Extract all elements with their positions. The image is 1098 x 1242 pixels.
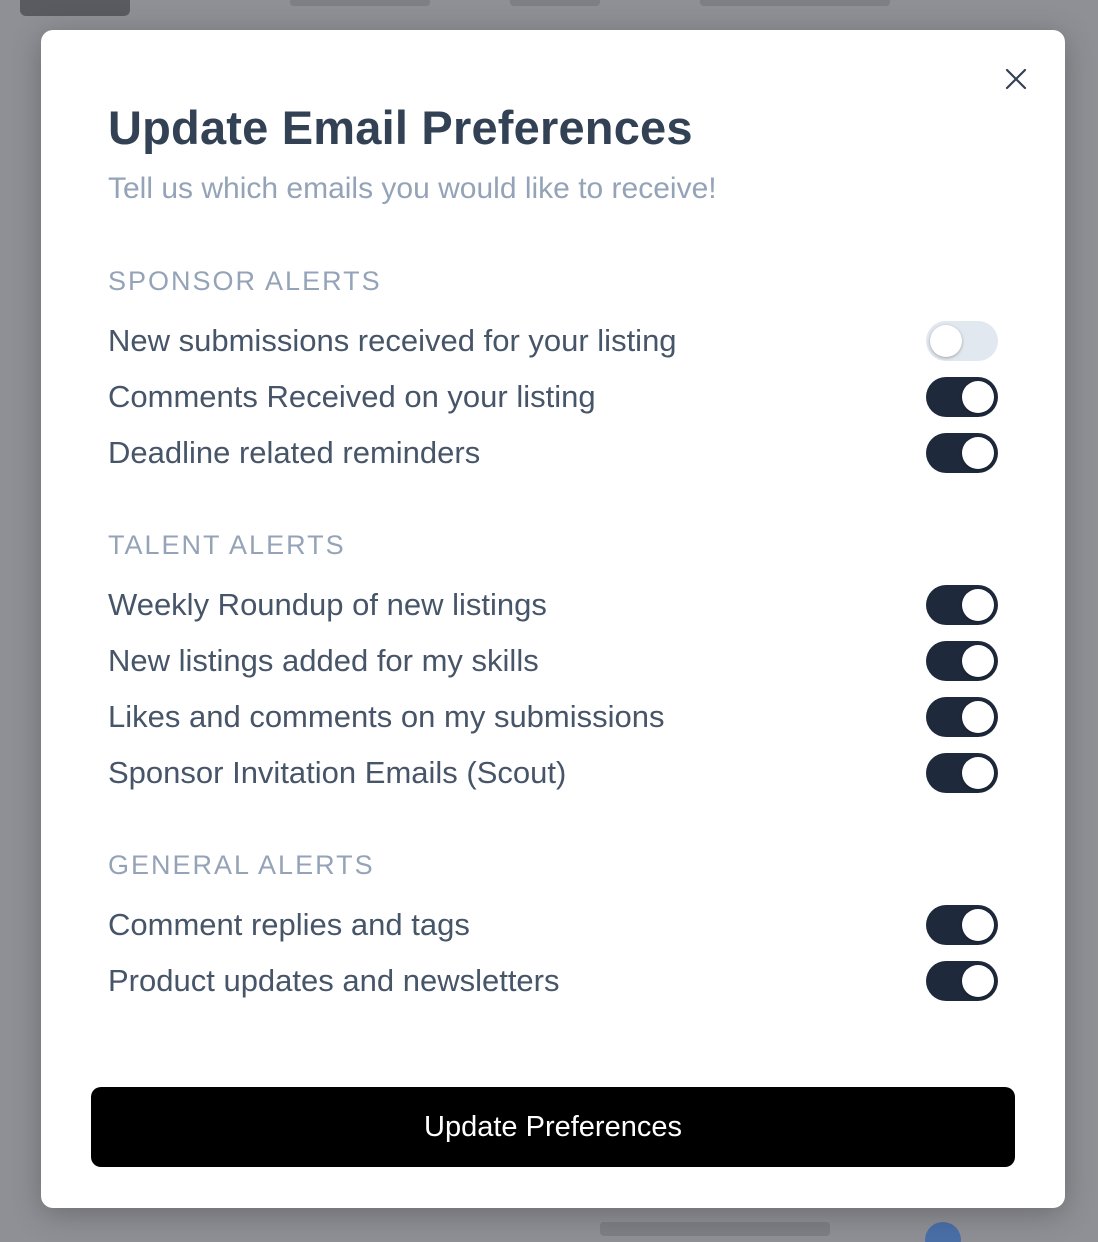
preference-row: Sponsor Invitation Emails (Scout): [108, 750, 998, 796]
toggle-knob: [962, 909, 994, 941]
preference-toggle[interactable]: [926, 641, 998, 681]
toggle-knob: [930, 325, 962, 357]
toggle-knob: [962, 381, 994, 413]
preference-row: New listings added for my skills: [108, 638, 998, 684]
preference-label: Comment replies and tags: [108, 907, 470, 942]
preference-toggle[interactable]: [926, 961, 998, 1001]
preference-label: Comments Received on your listing: [108, 379, 596, 414]
section-label-general-alerts: GENERAL ALERTS: [108, 850, 375, 880]
close-icon: [1005, 68, 1027, 90]
toggle-knob: [962, 701, 994, 733]
preference-row: New submissions received for your listin…: [108, 318, 998, 364]
preference-label: Product updates and newsletters: [108, 963, 560, 998]
background-avatar: [925, 1222, 961, 1242]
email-preferences-modal: Update Email Preferences Tell us which e…: [41, 30, 1065, 1208]
preference-label: New listings added for my skills: [108, 643, 539, 678]
close-button[interactable]: [1003, 66, 1029, 92]
preference-toggle[interactable]: [926, 433, 998, 473]
modal-title: Update Email Preferences: [108, 101, 693, 154]
section-label-sponsor-alerts: SPONSOR ALERTS: [108, 266, 382, 296]
background-nav-item: [700, 0, 890, 6]
preference-row: Comments Received on your listing: [108, 374, 998, 420]
toggle-knob: [962, 965, 994, 997]
toggle-knob: [962, 589, 994, 621]
background-nav-item: [290, 0, 430, 6]
preference-label: New submissions received for your listin…: [108, 323, 677, 358]
preference-label: Sponsor Invitation Emails (Scout): [108, 755, 567, 790]
preference-label: Deadline related reminders: [108, 435, 481, 470]
toggle-knob: [962, 645, 994, 677]
preference-toggle[interactable]: [926, 377, 998, 417]
preference-row: Likes and comments on my submissions: [108, 694, 998, 740]
section-label-talent-alerts: TALENT ALERTS: [108, 530, 346, 560]
preference-row: Product updates and newsletters: [108, 958, 998, 1004]
preference-row: Weekly Roundup of new listings: [108, 582, 998, 628]
preference-label: Likes and comments on my submissions: [108, 699, 665, 734]
update-preferences-button[interactable]: Update Preferences: [91, 1087, 1015, 1167]
preference-label: Weekly Roundup of new listings: [108, 587, 547, 622]
preference-toggle[interactable]: [926, 697, 998, 737]
preference-row: Comment replies and tags: [108, 902, 998, 948]
background-heading: [20, 0, 130, 16]
preference-row: Deadline related reminders: [108, 430, 998, 476]
preference-toggle[interactable]: [926, 753, 998, 793]
background-footer-item: [600, 1222, 830, 1236]
background-nav-item: [510, 0, 600, 6]
preference-toggle[interactable]: [926, 585, 998, 625]
preference-toggle[interactable]: [926, 905, 998, 945]
preference-toggle[interactable]: [926, 321, 998, 361]
modal-subtitle: Tell us which emails you would like to r…: [108, 172, 717, 205]
toggle-knob: [962, 757, 994, 789]
toggle-knob: [962, 437, 994, 469]
